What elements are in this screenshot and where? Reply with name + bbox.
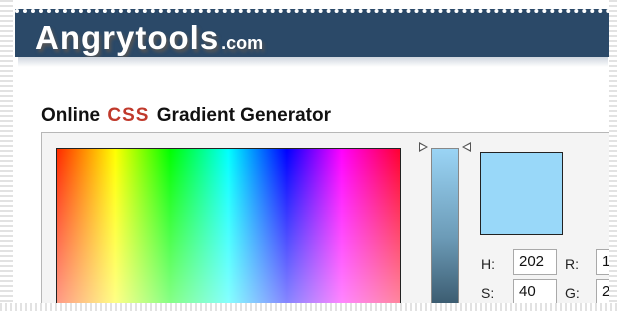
logo-text: Angrytools	[35, 19, 220, 56]
slider-handle-right-icon[interactable]	[462, 142, 471, 152]
site-header: Angrytools .com	[15, 9, 611, 57]
page-bottom-edge	[0, 303, 617, 311]
saturation-input[interactable]: 40	[513, 279, 557, 305]
slider-handle-left-icon[interactable]	[419, 142, 428, 152]
title-suffix: Gradient Generator	[156, 105, 331, 126]
hue-label: H:	[481, 256, 495, 272]
logo-tld: .com	[221, 33, 264, 53]
title-prefix: Online	[41, 105, 101, 126]
site-logo[interactable]: Angrytools .com	[35, 19, 263, 57]
green-label: G:	[565, 285, 580, 301]
page-left-edge	[0, 0, 13, 311]
page-right-edge	[609, 0, 617, 311]
red-label: R:	[565, 256, 579, 272]
selected-color-swatch	[480, 152, 563, 235]
color-spectrum-picker[interactable]	[56, 148, 401, 311]
lightness-slider[interactable]	[431, 148, 459, 311]
hue-input[interactable]: 202	[513, 249, 557, 275]
page-title: Online CSS Gradient Generator	[41, 105, 331, 127]
saturation-label: S:	[481, 285, 495, 301]
title-accent: CSS	[107, 105, 150, 126]
header-shadow	[18, 57, 608, 67]
